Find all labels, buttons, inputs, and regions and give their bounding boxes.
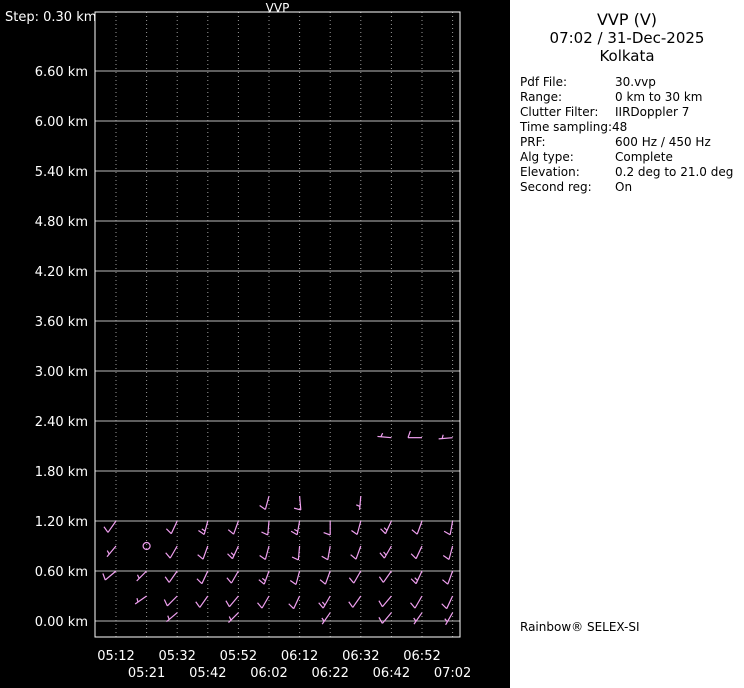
svg-text:1.80 km: 1.80 km — [35, 465, 88, 480]
svg-text:05:21: 05:21 — [128, 666, 165, 681]
param-value: 30.vvp — [615, 75, 656, 89]
param-label: Time sampling: — [520, 120, 613, 134]
info-header: VVP (V) 07:02 / 31-Dec-2025 Kolkata — [510, 10, 744, 65]
svg-text:0.60 km: 0.60 km — [35, 565, 88, 580]
svg-text:5.40 km: 5.40 km — [35, 165, 88, 180]
svg-text:06:22: 06:22 — [311, 666, 348, 681]
param-label: Elevation: — [520, 165, 580, 179]
svg-text:4.20 km: 4.20 km — [35, 265, 88, 280]
param-row: Alg type: Complete — [520, 150, 744, 165]
param-row: Time sampling:48 — [520, 120, 744, 135]
param-label: Second reg: — [520, 180, 592, 194]
param-label: Pdf File: — [520, 75, 568, 89]
svg-text:05:12: 05:12 — [97, 649, 134, 664]
svg-text:06:52: 06:52 — [403, 649, 440, 664]
svg-text:06:32: 06:32 — [342, 649, 379, 664]
param-value: IIRDoppler 7 — [615, 105, 690, 119]
param-row: Clutter Filter: IIRDoppler 7 — [520, 105, 744, 120]
svg-text:1.20 km: 1.20 km — [35, 515, 88, 530]
svg-text:6.00 km: 6.00 km — [35, 115, 88, 130]
param-row: PRF: 600 Hz / 450 Hz — [520, 135, 744, 150]
info-panel: VVP (V) 07:02 / 31-Dec-2025 Kolkata Pdf … — [510, 0, 744, 688]
svg-text:05:52: 05:52 — [220, 649, 257, 664]
param-row: Pdf File: 30.vvp — [520, 75, 744, 90]
svg-text:06:42: 06:42 — [373, 666, 410, 681]
svg-text:3.00 km: 3.00 km — [35, 365, 88, 380]
param-value: On — [615, 180, 633, 194]
param-label: Range: — [520, 90, 563, 104]
svg-text:06:02: 06:02 — [250, 666, 287, 681]
param-value: 0 km to 30 km — [615, 90, 703, 104]
svg-text:0.00 km: 0.00 km — [35, 615, 88, 630]
panel-station: Kolkata — [599, 47, 655, 65]
param-row: Elevation: 0.2 deg to 21.0 deg — [520, 165, 744, 180]
param-value: 600 Hz / 450 Hz — [615, 135, 711, 149]
svg-text:2.40 km: 2.40 km — [35, 415, 88, 430]
svg-text:4.80 km: 4.80 km — [35, 215, 88, 230]
vvp-application-window: Step: 0.30 km VVP 6.60 km 6.00 km 5.40 km 4… — [0, 0, 744, 688]
panel-title: VVP (V) — [596, 10, 658, 29]
wind-profile-plot: 6.60 km 6.00 km 5.40 km 4.80 km 4.20 km 3.60 … — [35, 11, 471, 681]
svg-text:6.60 km: 6.60 km — [35, 65, 88, 80]
param-label: PRF: — [520, 135, 546, 149]
svg-text:3.60 km: 3.60 km — [35, 315, 88, 330]
wind-barbs — [102, 430, 454, 626]
param-value: 0.2 deg to 21.0 deg — [615, 165, 734, 179]
svg-text:07:02: 07:02 — [434, 666, 471, 681]
chart-pane: Step: 0.30 km VVP 6.60 km 6.00 km 5.40 km 4… — [0, 0, 510, 688]
svg-text:06:12: 06:12 — [281, 649, 318, 664]
param-row: Second reg: On — [520, 180, 744, 195]
panel-datetime: 07:02 / 31-Dec-2025 — [549, 29, 705, 47]
param-value: 48 — [612, 120, 628, 134]
svg-text:05:42: 05:42 — [189, 666, 226, 681]
param-row: Range: 0 km to 30 km — [520, 90, 744, 105]
brand-label: Rainbow® SELEX-SI — [520, 620, 640, 634]
param-label: Clutter Filter: — [520, 105, 599, 119]
param-value: Complete — [615, 150, 673, 164]
svg-text:05:32: 05:32 — [158, 649, 195, 664]
param-label: Alg type: — [520, 150, 574, 164]
parameter-list: Pdf File: 30.vvp Range: 0 km to 30 km Clutte… — [520, 75, 744, 195]
